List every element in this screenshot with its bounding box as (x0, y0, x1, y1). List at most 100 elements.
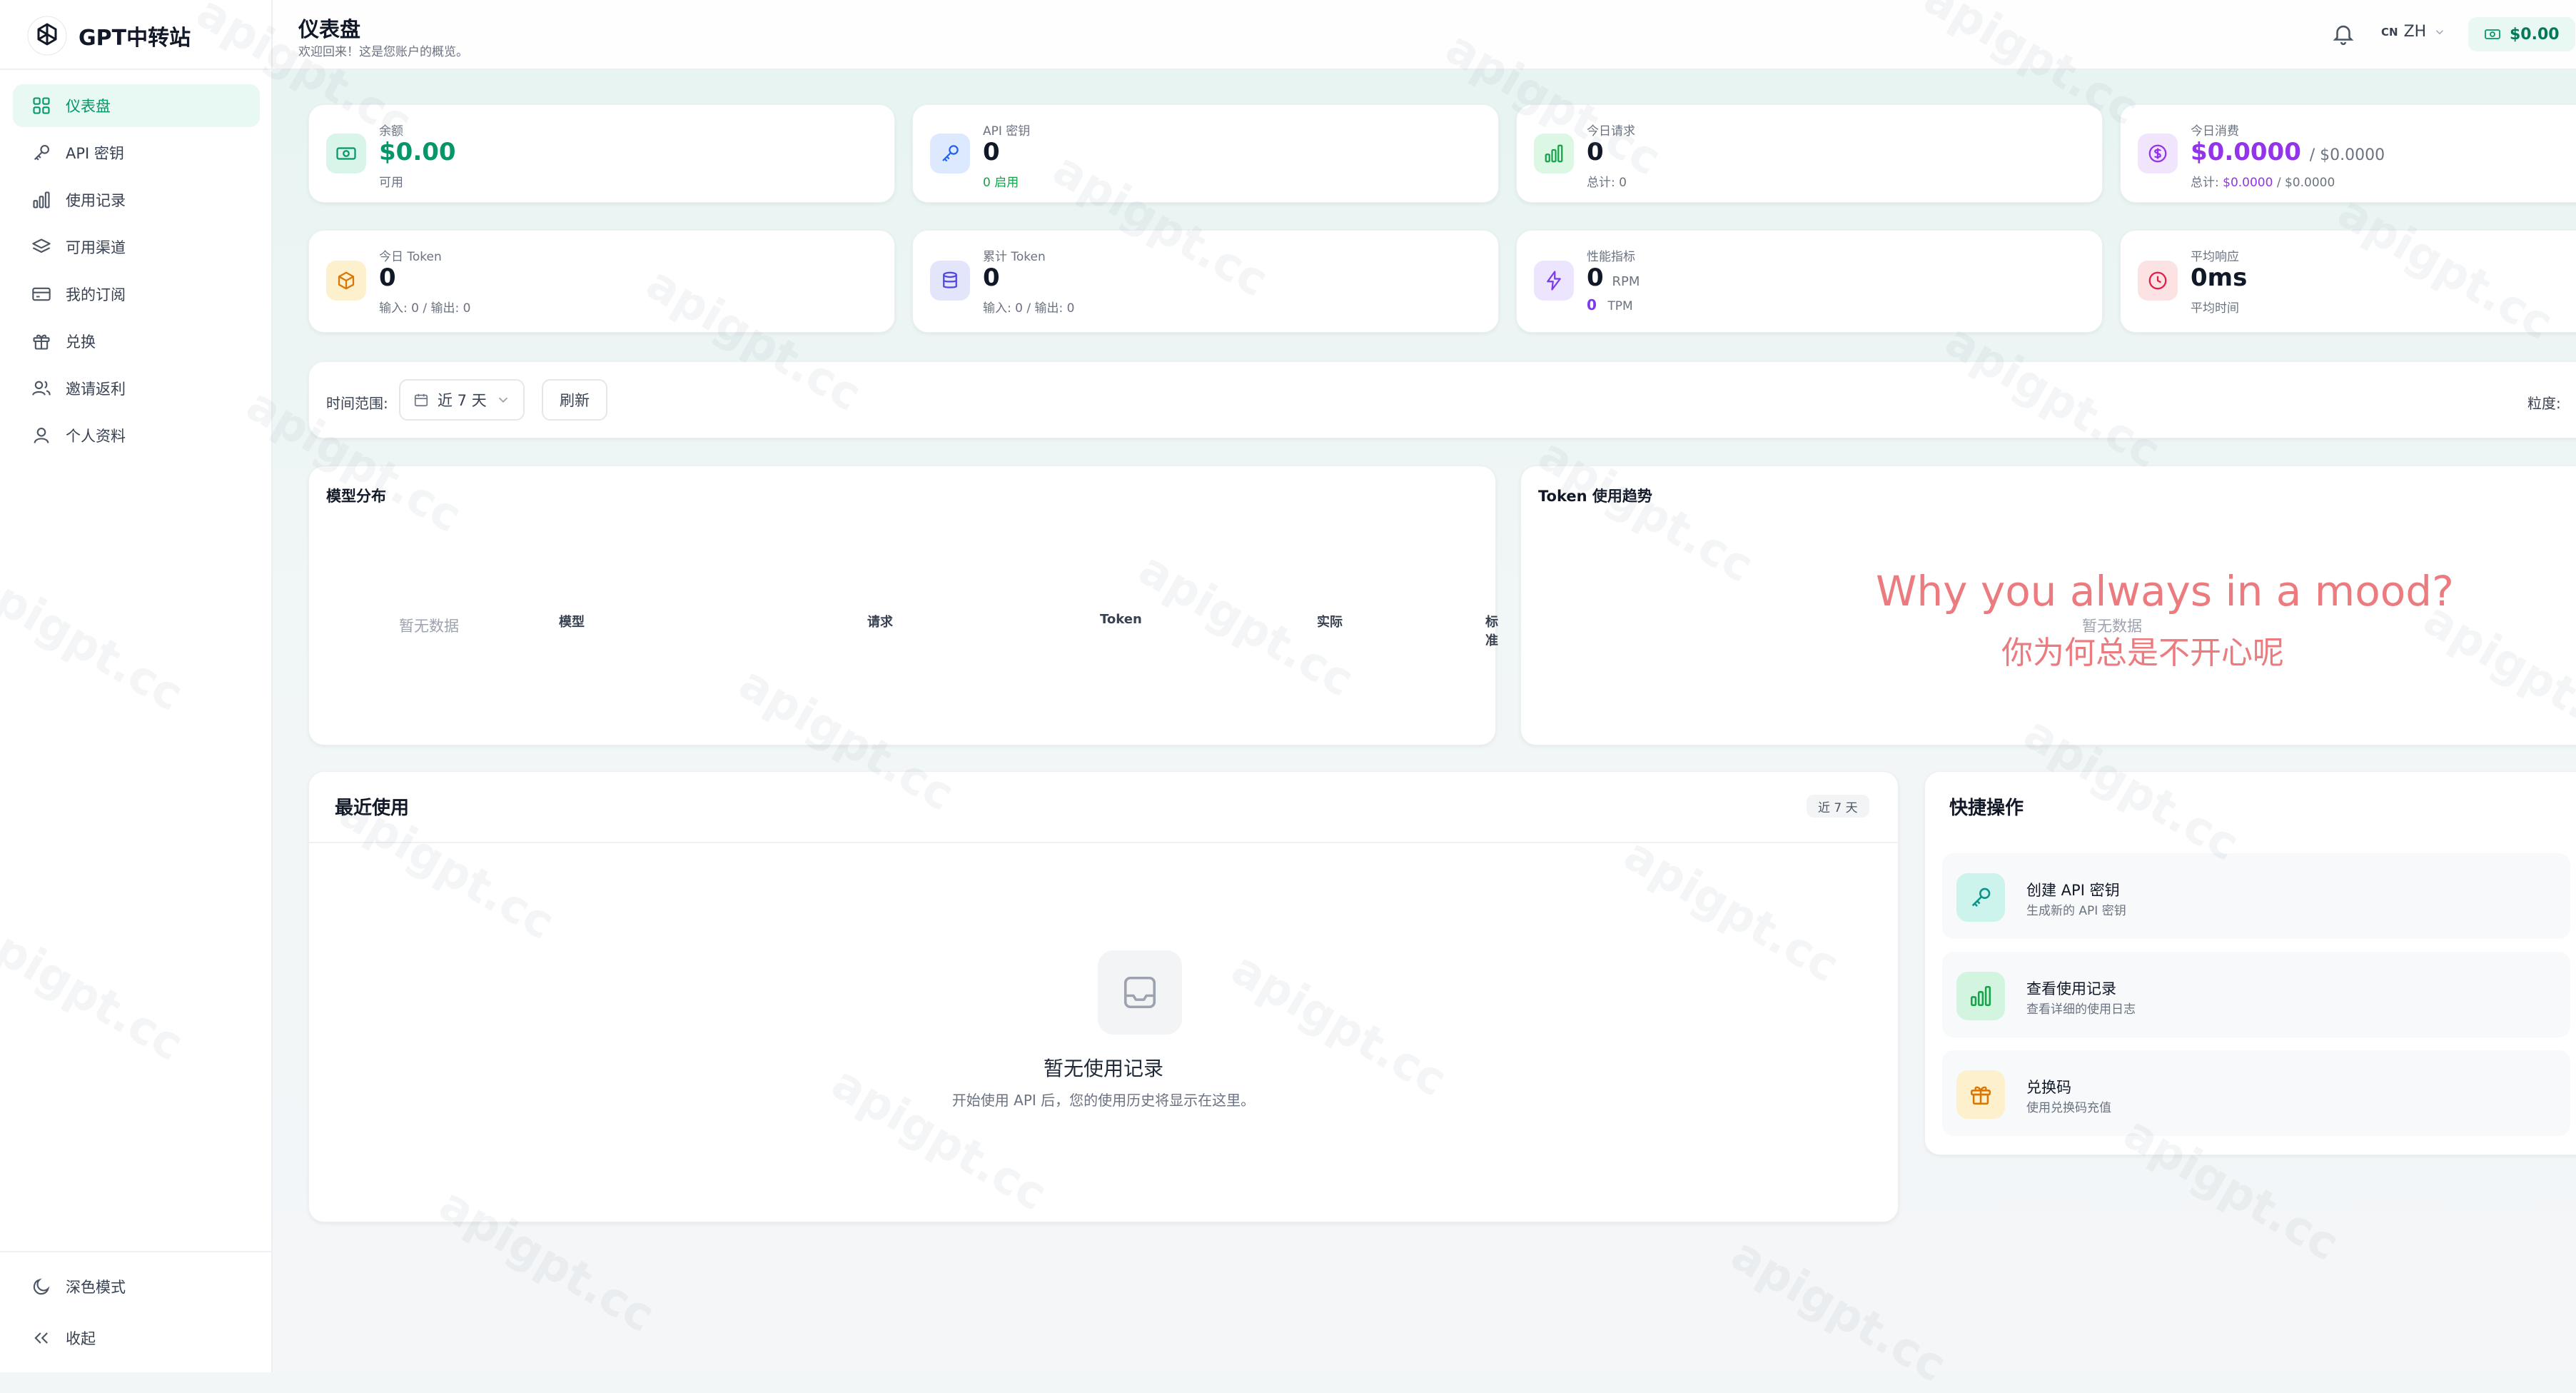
stat-label: 平均响应 (2191, 250, 2239, 264)
bar-chart-icon (1956, 972, 2005, 1020)
quick-actions-title: 快捷操作 (1949, 798, 2024, 819)
stat-value: 0 RPM (1587, 263, 1640, 292)
gift-icon (31, 331, 51, 351)
sidebar-footer: 深色模式 收起 (13, 1265, 260, 1368)
stat-label: 性能指标 (1587, 250, 1635, 264)
time-range-toolbar: 时间范围: 近 7 天 刷新 粒度: (308, 361, 2576, 438)
inbox-icon (1098, 950, 1182, 1035)
page-title: 仪表盘 (298, 17, 361, 41)
layers-icon (31, 237, 51, 257)
tpm-unit: TPM (1607, 299, 1633, 313)
sidebar: GPT中转站 仪表盘 API 密钥 使用记录 可用渠道 我的订阅 兑换 邀请返利… (0, 0, 273, 1372)
sidebar-item-label: 兑换 (66, 333, 96, 351)
stat-card-today-cost: 今日消费 $0.0000 / $0.0000 总计: $0.0000 / $0.… (2120, 104, 2576, 203)
gift-icon (1956, 1070, 2005, 1119)
sidebar-item-label: API 密钥 (66, 145, 124, 162)
sidebar-item-subscriptions[interactable]: 我的订阅 (13, 273, 260, 316)
stat-value: $0.0000 / $0.0000 (2191, 138, 2385, 166)
sidebar-item-label: 个人资料 (66, 428, 126, 445)
quick-action-title: 查看使用记录 (2026, 980, 2116, 997)
lightning-icon (1534, 261, 1574, 301)
column-header-model: 模型 (559, 615, 585, 630)
recent-usage-title: 最近使用 (335, 798, 410, 819)
stat-sub: 平均时间 (2191, 301, 2239, 316)
bar-chart-icon (1534, 134, 1574, 174)
stat-sub: 总计: 0 (1587, 176, 1627, 190)
chevrons-left-icon (31, 1328, 51, 1348)
sidebar-item-label: 可用渠道 (66, 239, 126, 256)
openai-logo-icon (27, 16, 67, 56)
language-label: ZH (2403, 23, 2427, 41)
sidebar-divider (0, 69, 271, 70)
cube-icon (326, 261, 366, 301)
stat-card-performance: 性能指标 0 RPM 0 TPM (1516, 230, 2103, 333)
rpm-value: 0 (1587, 263, 1604, 292)
flag-cn-label: CN (2381, 25, 2398, 39)
stat-value: 0 (983, 138, 1000, 166)
sidebar-divider (0, 1251, 271, 1252)
time-range-select[interactable]: 近 7 天 (399, 379, 525, 421)
dark-mode-label: 深色模式 (66, 1279, 126, 1296)
page-subtitle: 欢迎回来！这是您账户的概览。 (298, 45, 468, 59)
main-content: 余额 $0.00 可用 API 密钥 0 0 启用 今日请求 0 总计: 0 今… (273, 70, 2576, 1372)
stat-card-today-token: 今日 Token 0 输入: 0 / 输出: 0 (308, 230, 895, 333)
database-icon (930, 261, 970, 301)
quick-action-title: 创建 API 密钥 (2026, 882, 2120, 899)
stat-card-today-requests: 今日请求 0 总计: 0 (1516, 104, 2103, 203)
dark-mode-toggle[interactable]: 深色模式 (13, 1265, 260, 1308)
quick-actions-panel: 快捷操作 创建 API 密钥 生成新的 API 密钥 查看使用记录 查看详细的使… (1924, 771, 2576, 1155)
key-icon (930, 134, 970, 174)
stat-sub: 总计: $0.0000 / $0.0000 (2191, 172, 2335, 190)
sidebar-item-usage[interactable]: 使用记录 (13, 178, 260, 221)
quick-action-create-key[interactable]: 创建 API 密钥 生成新的 API 密钥 (1942, 853, 2570, 939)
granularity-label: 粒度: (2527, 395, 2561, 412)
sidebar-item-channels[interactable]: 可用渠道 (13, 226, 260, 268)
token-trend-title: Token 使用趋势 (1538, 488, 1652, 505)
language-selector[interactable]: CN ZH (2381, 23, 2446, 41)
total-cost-label: 总计: (2191, 176, 2219, 190)
bell-icon[interactable] (2331, 21, 2355, 46)
sidebar-item-label: 仪表盘 (66, 98, 111, 115)
sidebar-item-profile[interactable]: 个人资料 (13, 414, 260, 457)
quick-action-view-usage[interactable]: 查看使用记录 查看详细的使用日志 (1942, 952, 2570, 1037)
model-distribution-title: 模型分布 (326, 488, 386, 505)
top-header: 仪表盘 欢迎回来！这是您账户的概览。 CN ZH $0.00 (273, 0, 2576, 70)
collapse-sidebar-button[interactable]: 收起 (13, 1317, 260, 1359)
sidebar-item-redeem[interactable]: 兑换 (13, 320, 260, 363)
tpm-value: 0 (1587, 296, 1597, 313)
quick-action-desc: 生成新的 API 密钥 (2026, 904, 2126, 918)
brand[interactable]: GPT中转站 (27, 16, 191, 56)
stat-sub: 0 启用 (983, 176, 1019, 190)
sidebar-item-dashboard[interactable]: 仪表盘 (13, 84, 260, 127)
credit-card-icon (31, 284, 51, 304)
bar-chart-icon (31, 190, 51, 210)
stat-value: 0ms (2191, 263, 2248, 292)
stat-label: 累计 Token (983, 250, 1046, 264)
recent-usage-panel: 最近使用 近 7 天 暂无使用记录 开始使用 API 后，您的使用历史将显示在这… (308, 771, 1899, 1222)
recent-range-badge: 近 7 天 (1807, 795, 1869, 818)
header-balance-badge[interactable]: $0.00 (2468, 17, 2575, 51)
sidebar-item-label: 邀请返利 (66, 381, 126, 398)
calendar-icon (414, 393, 428, 407)
chevron-down-icon (498, 397, 507, 403)
users-icon (31, 378, 51, 398)
sidebar-item-referral[interactable]: 邀请返利 (13, 367, 260, 410)
column-header-token: Token (1100, 612, 1142, 627)
stat-card-api-keys: API 密钥 0 0 启用 (912, 104, 1499, 203)
stat-label: 余额 (379, 124, 403, 139)
sidebar-item-api-keys[interactable]: API 密钥 (13, 131, 260, 174)
quick-action-redeem[interactable]: 兑换码 使用兑换码充值 (1942, 1050, 2570, 1136)
model-distribution-panel: 模型分布 暂无数据 模型 请求 Token 实际 标准 (308, 466, 1498, 745)
overlay-caption-zh: 你为何总是不开心呢 (2001, 635, 2284, 671)
stat-card-total-token: 累计 Token 0 输入: 0 / 输出: 0 (912, 230, 1499, 333)
brand-name: GPT中转站 (79, 26, 191, 51)
refresh-button[interactable]: 刷新 (542, 379, 607, 421)
stat-value: 0 (1587, 138, 1604, 166)
clock-icon (2138, 261, 2178, 301)
banknote-icon (326, 134, 366, 174)
panel-divider (309, 842, 1898, 843)
time-range-value: 近 7 天 (438, 392, 487, 409)
stat-card-avg-response: 平均响应 0ms 平均时间 (2120, 230, 2576, 333)
key-icon (31, 143, 51, 163)
header-balance-value: $0.00 (2510, 25, 2560, 44)
